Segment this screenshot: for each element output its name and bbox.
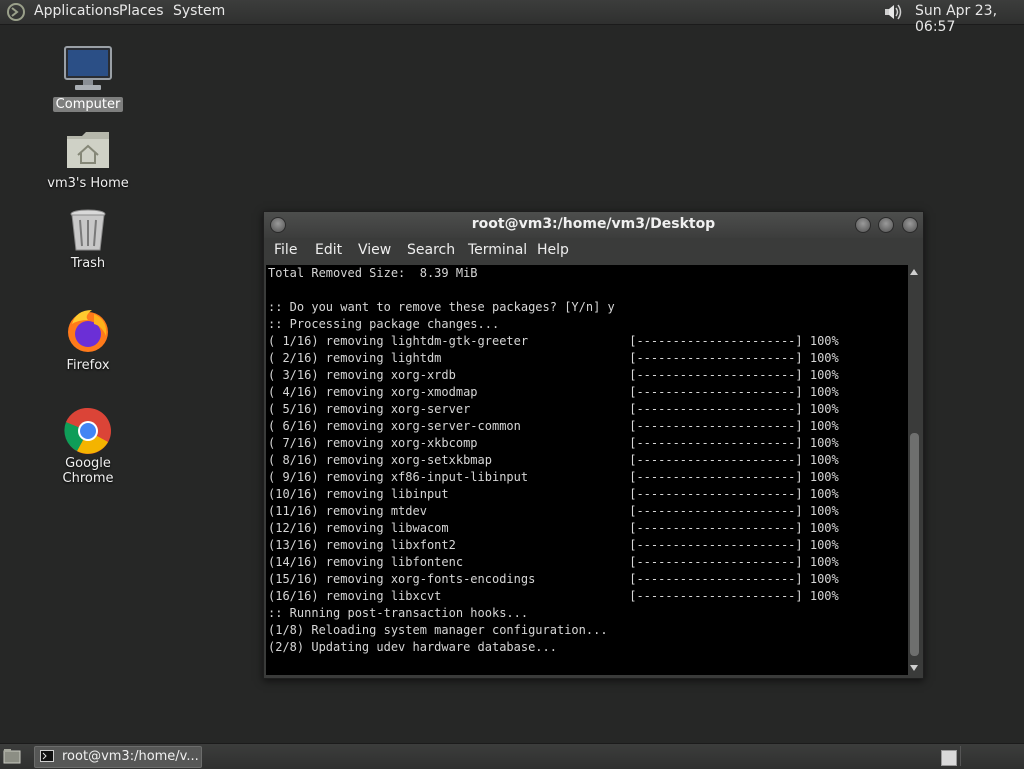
scroll-up-arrow-icon[interactable] [910, 269, 918, 275]
menu-help[interactable]: Help [537, 242, 569, 258]
terminal-line: ( 5/16) removing xorg-server [----------… [268, 402, 839, 416]
menu-edit[interactable]: Edit [315, 242, 342, 258]
terminal-icon [40, 750, 54, 762]
scroll-down-arrow-icon[interactable] [910, 665, 918, 671]
menu-file[interactable]: File [274, 242, 297, 258]
terminal-line: :: Processing package changes... [268, 317, 500, 331]
terminal-line: :: Do you want to remove these packages?… [268, 300, 615, 314]
trash-icon [70, 209, 106, 251]
computer-icon [64, 46, 112, 90]
menu-places[interactable]: Places [119, 3, 164, 19]
terminal-titlebar[interactable]: root@vm3:/home/vm3/Desktop [264, 212, 923, 238]
top-panel: Applications Places System Sun Apr 23, 0… [0, 0, 1024, 35]
terminal-line: (2/8) Updating udev hardware database... [268, 640, 557, 654]
terminal-output[interactable]: Total Removed Size: 8.39 MiB :: Do you w… [266, 265, 908, 675]
terminal-line: (12/16) removing libwacom [-------------… [268, 521, 839, 535]
workspace-1[interactable] [941, 750, 957, 766]
desktop-icon-home[interactable]: vm3's Home [38, 128, 138, 191]
terminal-line: ( 6/16) removing xorg-server-common [---… [268, 419, 839, 433]
taskbar-window-label: root@vm3:/home/v... [62, 749, 199, 764]
terminal-line: (15/16) removing xorg-fonts-encodings [-… [268, 572, 839, 586]
menu-view[interactable]: View [358, 242, 391, 258]
desktop-icon-label: Trash [70, 256, 106, 271]
clock[interactable]: Sun Apr 23, 06:57 [915, 3, 1024, 35]
workspace-2[interactable] [960, 746, 1001, 766]
terminal-text: Total Removed Size: 8.39 MiB :: Do you w… [266, 265, 908, 656]
taskbar-terminal-button[interactable]: root@vm3:/home/v... [34, 746, 202, 768]
menu-terminal[interactable]: Terminal [468, 242, 527, 258]
terminal-line: ( 4/16) removing xorg-xmodmap [---------… [268, 385, 839, 399]
terminal-line: (14/16) removing libfontenc [-----------… [268, 555, 839, 569]
volume-icon[interactable] [881, 2, 905, 22]
terminal-window[interactable]: root@vm3:/home/vm3/Desktop File Edit Vie… [263, 211, 924, 679]
terminal-line: ( 1/16) removing lightdm-gtk-greeter [--… [268, 334, 839, 348]
home-folder-icon [67, 132, 109, 168]
terminal-menubar: File Edit View Search Terminal Help [264, 238, 923, 264]
bottom-panel: root@vm3:/home/v... [0, 743, 1024, 769]
minimize-button[interactable] [855, 217, 871, 233]
scroll-thumb[interactable] [910, 433, 919, 656]
terminal-line: (16/16) removing libxcvt [--------------… [268, 589, 839, 603]
maximize-button[interactable] [878, 217, 894, 233]
menu-search[interactable]: Search [407, 242, 455, 258]
menu-applications[interactable]: Applications [34, 3, 120, 19]
show-desktop-icon[interactable] [3, 747, 21, 765]
terminal-line: (13/16) removing libxfont2 [------------… [268, 538, 839, 552]
terminal-line: (10/16) removing libinput [-------------… [268, 487, 839, 501]
desktop-icon-label: Firefox [66, 358, 110, 373]
terminal-line: (1/8) Reloading system manager configura… [268, 623, 608, 637]
desktop-icon-firefox[interactable]: Firefox [38, 306, 138, 373]
terminal-line: Total Removed Size: 8.39 MiB [268, 266, 478, 280]
terminal-line: ( 2/16) removing lightdm [--------------… [268, 351, 839, 365]
desktop-icon-chrome[interactable]: Google Chrome [38, 406, 138, 486]
desktop-icon-computer[interactable]: Computer [38, 45, 138, 112]
desktop-icon-trash[interactable]: Trash [38, 208, 138, 271]
desktop-icon-label: Google Chrome [62, 456, 114, 486]
window-title: root@vm3:/home/vm3/Desktop [471, 216, 716, 232]
distro-logo-icon[interactable] [6, 2, 26, 22]
close-button[interactable] [902, 217, 918, 233]
terminal-scrollbar[interactable] [908, 265, 921, 675]
terminal-line: ( 7/16) removing xorg-xkbcomp [---------… [268, 436, 839, 450]
firefox-icon [68, 310, 108, 352]
terminal-line: (11/16) removing mtdev [----------------… [268, 504, 839, 518]
desktop-icon-label: vm3's Home [47, 176, 129, 191]
menu-system[interactable]: System [173, 3, 225, 19]
terminal-line: ( 3/16) removing xorg-xrdb [------------… [268, 368, 839, 382]
terminal-line: ( 9/16) removing xf86-input-libinput [--… [268, 470, 839, 484]
terminal-line: :: Running post-transaction hooks... [268, 606, 529, 620]
terminal-line: ( 8/16) removing xorg-setxkbmap [-------… [268, 453, 839, 467]
chrome-icon [64, 407, 111, 454]
desktop-icon-label: Computer [52, 97, 124, 112]
